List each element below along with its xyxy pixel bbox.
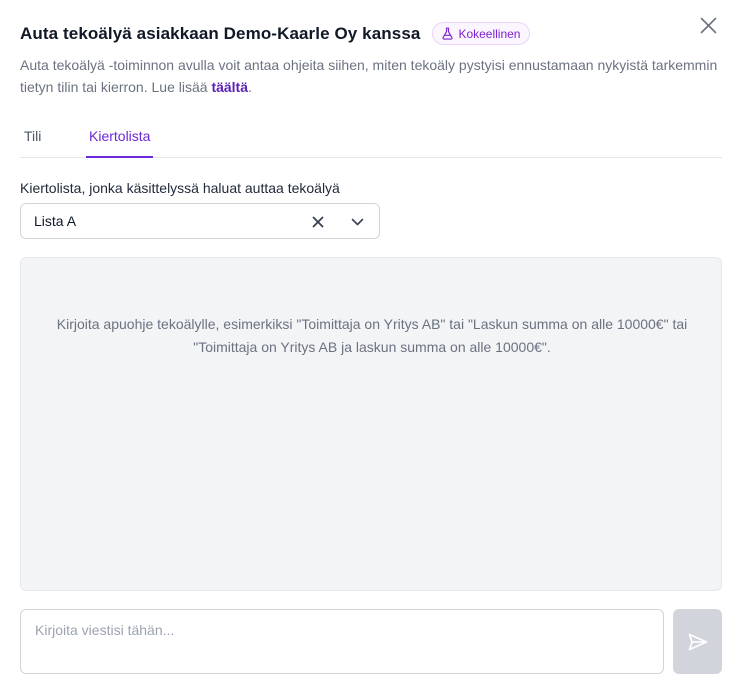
circulation-list-select[interactable]: Lista A bbox=[20, 203, 380, 239]
description-end: . bbox=[248, 79, 252, 95]
tab-circulation-list[interactable]: Kiertolista bbox=[86, 122, 154, 158]
close-icon bbox=[700, 17, 717, 34]
send-button[interactable] bbox=[673, 609, 722, 674]
description-text: Auta tekoälyä -toiminnon avulla voit ant… bbox=[20, 57, 718, 95]
dropdown-toggle[interactable] bbox=[348, 213, 366, 231]
send-icon bbox=[688, 633, 707, 650]
dialog-title: Auta tekoälyä asiakkaan Demo-Kaarle Oy k… bbox=[20, 23, 421, 43]
clear-selection-button[interactable] bbox=[309, 213, 327, 231]
clear-icon bbox=[312, 216, 324, 228]
chevron-down-icon bbox=[351, 218, 363, 226]
message-input[interactable] bbox=[20, 609, 664, 674]
selected-value: Lista A bbox=[34, 213, 77, 229]
badge-label: Kokeellinen bbox=[458, 26, 521, 41]
chat-messages-area: Kirjoita apuohje tekoälylle, esimerkiksi… bbox=[20, 257, 722, 591]
tab-account[interactable]: Tili bbox=[24, 122, 41, 158]
flask-icon bbox=[442, 27, 454, 40]
ai-help-dialog: Auta tekoälyä asiakkaan Demo-Kaarle Oy k… bbox=[0, 0, 745, 694]
circulation-list-label: Kiertolista, jonka käsittelyssä haluat a… bbox=[20, 180, 340, 196]
close-button[interactable] bbox=[696, 13, 721, 38]
dialog-header: Auta tekoälyä asiakkaan Demo-Kaarle Oy k… bbox=[20, 22, 531, 45]
experimental-badge: Kokeellinen bbox=[432, 22, 531, 45]
dialog-description: Auta tekoälyä -toiminnon avulla voit ant… bbox=[20, 54, 720, 98]
read-more-link[interactable]: täältä bbox=[211, 79, 248, 95]
tab-bar: Tili Kiertolista bbox=[20, 122, 722, 158]
chat-empty-hint: Kirjoita apuohje tekoälylle, esimerkiksi… bbox=[56, 316, 688, 355]
